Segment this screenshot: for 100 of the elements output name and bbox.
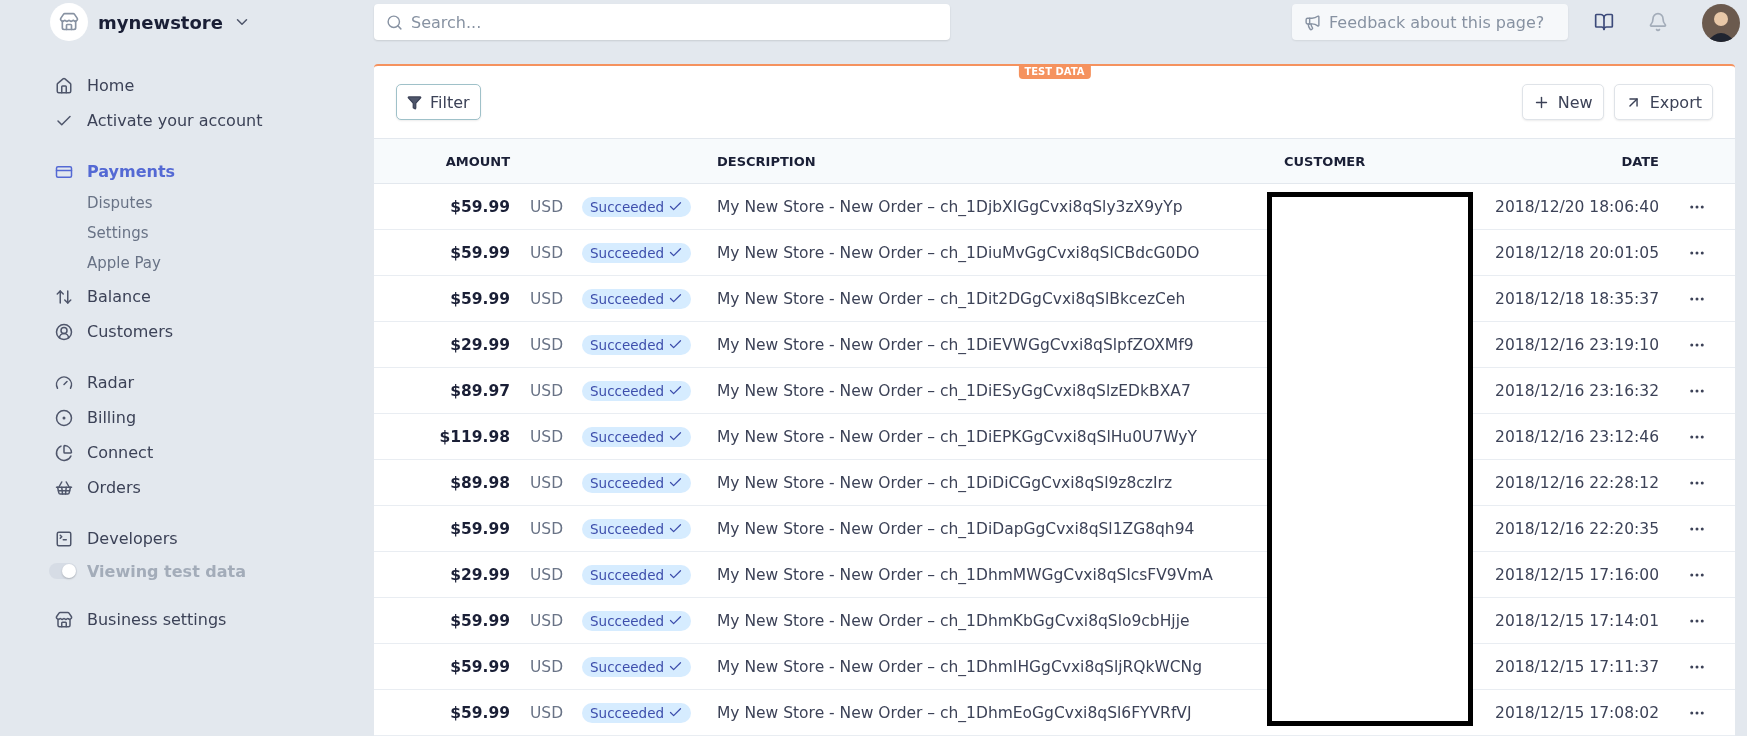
amount-cell-text: $29.99: [450, 335, 511, 354]
description-cell-text: My New Store - New Order – ch_1DhmMWGgCvxi8qSlcsFV9VmA: [717, 565, 1214, 584]
sidebar-item[interactable]: Balance: [55, 281, 374, 312]
amount-cell-text: $59.99: [450, 657, 511, 676]
status-badge: Succeeded: [582, 610, 692, 631]
terminal-icon: [55, 529, 73, 548]
status-badge: Succeeded: [582, 702, 692, 723]
amount-cell-text: $59.99: [450, 611, 511, 630]
date-cell: 2018/12/16 22:20:35: [1495, 519, 1659, 538]
status-badge: Succeeded: [582, 242, 692, 263]
export-button[interactable]: Export: [1613, 84, 1713, 120]
description-cell-text: My New Store - New Order – ch_1Dit2DGgCvxi8qSlBkcezCeh: [717, 289, 1187, 308]
currency-cell-text: USD: [529, 243, 565, 262]
search-icon: [386, 13, 403, 31]
user-icon: [55, 322, 73, 341]
amount-cell-text: $59.99: [450, 289, 511, 308]
feedback-placeholder: Feedback about this page?: [1329, 12, 1545, 32]
date-cell: 2018/12/20 18:06:40: [1495, 197, 1659, 216]
filter-icon: [407, 94, 422, 110]
sidebar-item[interactable]: Customers: [55, 316, 374, 347]
currency-cell-text: USD: [529, 289, 565, 308]
currency-cell-text: USD: [529, 611, 565, 630]
store-logo-icon: [50, 3, 88, 41]
description-cell-text: My New Store - New Order – ch_1DhmKbGgCvxi8qSlo9cbHjje: [717, 611, 1191, 630]
filter-button[interactable]: Filter: [396, 84, 481, 120]
sidebar-item[interactable]: Business settings: [55, 604, 374, 635]
sidebar-subitem[interactable]: Settings: [87, 219, 374, 247]
arrows-icon: [55, 287, 73, 306]
new-button[interactable]: New: [1521, 84, 1604, 120]
sidebar-subitem[interactable]: Apple Pay: [87, 249, 374, 277]
currency-cell-text: USD: [529, 381, 565, 400]
sidebar-item[interactable]: Developers: [55, 523, 374, 554]
status-badge: Succeeded: [582, 518, 692, 539]
date-cell: 2018/12/15 17:08:02: [1495, 703, 1659, 722]
amount-cell-text: $59.99: [450, 197, 511, 216]
amount-cell-text: $59.99: [450, 243, 511, 262]
test-data-badge: TEST DATA: [1018, 64, 1091, 79]
column-header: DATE: [1621, 153, 1659, 169]
status-badge: Succeeded: [582, 334, 692, 355]
description-cell-text: My New Store - New Order – ch_1DiESyGgCvxi8qSlzEDkBXA7: [717, 381, 1192, 400]
status-badge: Succeeded: [582, 380, 692, 401]
status-badge: Succeeded: [582, 472, 692, 493]
column-header: AMOUNT: [445, 153, 511, 169]
currency-cell-text: USD: [529, 427, 565, 446]
status-badge: Succeeded: [582, 288, 692, 309]
megaphone-icon: [1304, 13, 1321, 31]
column-header: DESCRIPTION: [717, 153, 816, 169]
amount-cell-text: $59.99: [450, 703, 511, 722]
currency-cell-text: USD: [529, 197, 565, 216]
book-icon[interactable]: [1594, 12, 1614, 32]
status-badge: Succeeded: [582, 196, 692, 217]
currency-cell-text: USD: [529, 519, 565, 538]
amount-cell-text: $29.99: [450, 565, 511, 584]
sidebar-item[interactable]: Home: [55, 70, 374, 101]
description-cell-text: My New Store - New Order – ch_1DiuMvGgCvxi8qSlCBdcG0DO: [717, 243, 1201, 262]
sidebar-item[interactable]: Connect: [55, 437, 374, 468]
account-name[interactable]: mynewstore: [98, 11, 223, 33]
dot-circle-icon: [55, 408, 73, 427]
sidebar-item[interactable]: Radar: [55, 367, 374, 398]
date-cell: 2018/12/15 17:16:00: [1495, 565, 1659, 584]
date-cell: 2018/12/18 20:01:05: [1495, 243, 1659, 262]
currency-cell-text: USD: [529, 473, 565, 492]
description-cell-text: My New Store - New Order – ch_1DiEVWGgCvxi8qSlpfZOXMf9: [717, 335, 1195, 354]
pie-icon: [55, 443, 73, 462]
date-cell: 2018/12/15 17:14:01: [1495, 611, 1659, 630]
gauge-icon: [55, 373, 73, 392]
sidebar-item[interactable]: Activate your account: [55, 105, 374, 136]
description-cell-text: My New Store - New Order – ch_1DhmIHGgCvxi8qSljRQkWCNg: [717, 657, 1204, 676]
currency-cell-text: USD: [529, 335, 565, 354]
currency-cell-text: USD: [529, 657, 565, 676]
description-cell-text: My New Store - New Order – ch_1DiDapGgCvxi8qSl1ZG8qh94: [717, 519, 1196, 538]
avatar[interactable]: [1702, 4, 1740, 42]
sidebar-item[interactable]: Billing: [55, 402, 374, 433]
description-cell-text: My New Store - New Order – ch_1DhmEoGgCvxi8qSl6FYVRfVJ: [717, 703, 1193, 722]
test-data-toggle[interactable]: [49, 563, 77, 579]
date-cell: 2018/12/16 23:16:32: [1495, 381, 1659, 400]
home-icon: [55, 76, 73, 95]
currency-cell-text: USD: [529, 703, 565, 722]
toggle-label: Viewing test data: [87, 561, 247, 581]
amount-cell-text: $119.98: [439, 427, 511, 446]
status-badge: Succeeded: [582, 656, 692, 677]
date-cell: 2018/12/18 18:35:37: [1495, 289, 1659, 308]
description-cell-text: My New Store - New Order – ch_1DjbXIGgCvxi8qSly3zX9yYp: [717, 197, 1184, 216]
sidebar-item[interactable]: Orders: [55, 472, 374, 503]
basket-icon: [55, 478, 73, 497]
amount-cell-text: $59.99: [450, 519, 511, 538]
description-cell-text: My New Store - New Order – ch_1DiEPKGgCvxi8qSlHu0U7WyY: [717, 427, 1198, 446]
date-cell: 2018/12/15 17:11:37: [1495, 657, 1659, 676]
sidebar-subitem[interactable]: Disputes: [87, 189, 374, 217]
date-cell: 2018/12/16 23:12:46: [1495, 427, 1659, 446]
status-badge: Succeeded: [582, 564, 692, 585]
column-header: CUSTOMER: [1284, 153, 1366, 169]
date-cell: 2018/12/16 22:28:12: [1495, 473, 1659, 492]
amount-cell-text: $89.98: [450, 473, 511, 492]
currency-cell-text: USD: [529, 565, 565, 584]
date-cell: 2018/12/16 23:19:10: [1495, 335, 1659, 354]
store-icon: [55, 610, 73, 629]
description-cell-text: My New Store - New Order – ch_1DiDiCGgCvxi8qSl9z8czIrz: [717, 473, 1174, 492]
sidebar-item[interactable]: Payments: [55, 156, 374, 187]
status-badge: Succeeded: [582, 426, 692, 447]
